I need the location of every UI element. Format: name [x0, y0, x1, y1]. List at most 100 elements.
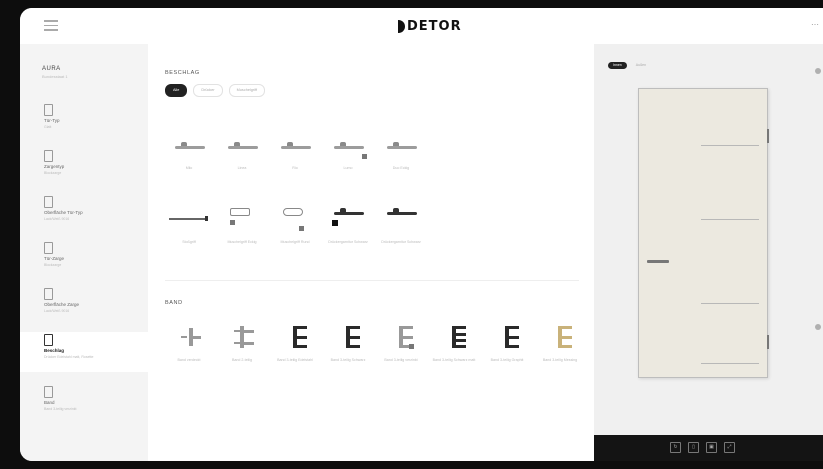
preview-toolbar: ↻ ▯ ▣ ⤢: [594, 435, 823, 461]
hinge-tile[interactable]: Band 3-teilig Edelstahl: [271, 320, 319, 374]
account-icon[interactable]: ⋯: [811, 20, 819, 29]
sidebar-item-value: Glatt: [44, 125, 52, 129]
hinge-icon: [222, 324, 262, 348]
sidebar-item-door-type[interactable]: Tür-Typ Glatt: [20, 102, 148, 142]
hardware-tile[interactable]: Stoßgriff: [165, 202, 213, 256]
view-toggle-inside[interactable]: Innen: [608, 62, 627, 69]
hinge-tile[interactable]: Band 3-teilig Graphit: [483, 320, 531, 374]
hinge-icon: [44, 386, 53, 398]
hinge-tile[interactable]: Band 3-teilig verzinkt: [377, 320, 425, 374]
hinge-marker: [767, 335, 769, 349]
door-groove: [701, 145, 759, 146]
sidebar-item-label: Oberfläche Zarge: [44, 302, 80, 307]
info-icon[interactable]: [815, 324, 821, 330]
fullscreen-icon[interactable]: ⤢: [724, 442, 735, 453]
frame-surface-icon: [44, 288, 53, 300]
surface-icon: [44, 196, 53, 208]
lever-handle-icon: [275, 132, 315, 156]
zoom-icon[interactable]: [815, 68, 821, 74]
lever-handle-icon: [169, 132, 209, 156]
hardware-tile[interactable]: Muschelgriff Eckig: [218, 202, 266, 256]
tile-caption: Drückergarnitur Schwarz: [328, 240, 368, 244]
sidebar-item-value: Band 3-teilig verzinkt: [44, 407, 77, 411]
hinge-icon: [434, 324, 474, 348]
hardware-tile[interactable]: Duo Eckig: [377, 128, 425, 182]
hinge-icon: [540, 324, 580, 348]
rotate-icon[interactable]: ↻: [670, 442, 681, 453]
tile-caption: Stoßgriff: [182, 240, 196, 244]
sidebar-item-value: Blockzarge: [44, 171, 62, 175]
hardware-tile[interactable]: Linea: [218, 128, 266, 182]
door-render: [638, 88, 769, 378]
hardware-tile[interactable]: Drückergarnitur Schwarz: [377, 202, 425, 256]
hinge-tile[interactable]: Band verdeckt: [165, 320, 213, 374]
door-icon[interactable]: ▯: [688, 442, 699, 453]
lever-handle-dark-icon: [381, 206, 421, 230]
door-groove: [701, 363, 759, 364]
hardware-tile[interactable]: Muschelgriff Rund: [271, 202, 319, 256]
product-subtitle: Bundesstaat 1: [42, 74, 68, 79]
sidebar-item-label: Tür-Zarge: [44, 256, 65, 261]
section-title-band: BAND: [165, 300, 183, 306]
sidebar-item-hardware[interactable]: Beschlag Drücker Edelstahl matt, Rosette: [20, 332, 148, 372]
door-groove: [701, 303, 759, 304]
door-handle: [647, 260, 669, 263]
section-divider: [165, 280, 579, 281]
sidebar-item-door-frame[interactable]: Tür-Zarge Blockzarge: [20, 240, 148, 280]
sidebar-item-frame-surface[interactable]: Oberfläche Zarge Lack/Weiß 9016: [20, 286, 148, 326]
tile-caption: Rio: [292, 166, 298, 170]
hardware-tile[interactable]: Lumo: [324, 128, 372, 182]
sidebar-item-label: Beschlag: [44, 348, 65, 353]
sidebar-item-hinge[interactable]: Band Band 3-teilig verzinkt: [20, 384, 148, 424]
filter-chip-lever[interactable]: Drücker: [193, 84, 223, 97]
door-preview: Innen Außen: [594, 44, 823, 435]
sidebar-item-frame-type[interactable]: Zargentyp Blockzarge: [20, 148, 148, 188]
logo-mark-icon: [398, 19, 405, 33]
tile-caption: Muschelgriff Eckig: [227, 240, 257, 244]
sidebar-item-door-surface[interactable]: Oberfläche Tür-Typ Lack/Weiß 9016: [20, 194, 148, 234]
filter-chip-all[interactable]: Alle: [165, 84, 188, 97]
brand-logo[interactable]: DETOR: [398, 17, 462, 35]
image-icon[interactable]: ▣: [706, 442, 717, 453]
filter-chip-flush-pull[interactable]: Muschelgriff: [228, 84, 266, 97]
door-icon: [44, 104, 53, 116]
lever-handle-icon: [381, 132, 421, 156]
flush-pull-icon: [222, 206, 262, 230]
tile-caption: Milo: [185, 166, 193, 170]
product-title: AURA: [42, 66, 61, 72]
hinge-tile[interactable]: Band 3-teilig Messing: [536, 320, 584, 374]
tile-caption: Band 3-teilig verzinkt: [384, 358, 418, 362]
handle-icon: [44, 334, 53, 346]
hardware-tile[interactable]: Milo: [165, 128, 213, 182]
menu-icon[interactable]: [44, 20, 58, 32]
hinge-icon: [275, 324, 315, 348]
hardware-tile[interactable]: Drückergarnitur Schwarz: [324, 202, 372, 256]
hinge-tile[interactable]: Band 3-teilig Schwarz: [324, 320, 372, 374]
step-sidebar: AURA Bundesstaat 1 Tür-Typ Glatt Zargent…: [20, 44, 149, 461]
sidebar-item-value: Drücker Edelstahl matt, Rosette: [44, 355, 94, 359]
tile-caption: Drückergarnitur Schwarz: [381, 240, 421, 244]
product-header: AURA Bundesstaat 1: [20, 44, 148, 79]
options-panel: BESCHLAG Alle Drücker Muschelgriff Milo …: [148, 44, 594, 461]
sidebar-item-label: Band: [44, 400, 55, 405]
lever-handle-icon: [222, 132, 262, 156]
tile-caption: Muschelgriff Rund: [280, 240, 310, 244]
detail-badge-icon: [362, 154, 367, 159]
lever-handle-dark-icon: [328, 206, 368, 230]
view-toggle-outside[interactable]: Außen: [631, 62, 651, 69]
pull-bar-icon: [169, 206, 209, 230]
hardware-tile[interactable]: Rio: [271, 128, 319, 182]
hinge-icon: [328, 324, 368, 348]
tile-caption: Linea: [237, 166, 247, 170]
hinge-tile[interactable]: Band 2-teilig: [218, 320, 266, 374]
tile-caption: Band 3-teilig Schwarz matt: [432, 358, 476, 362]
sidebar-item-label: Zargentyp: [44, 164, 65, 169]
tile-caption: Band verdeckt: [177, 358, 201, 362]
logo-text: DETOR: [407, 18, 462, 34]
hinge-tile[interactable]: Band 3-teilig Schwarz matt: [430, 320, 478, 374]
top-bar: DETOR ⋯: [20, 8, 823, 45]
tile-caption: Band 2-teilig: [232, 358, 252, 362]
tile-caption: Duo Eckig: [392, 166, 410, 170]
sidebar-item-label: Oberfläche Tür-Typ: [44, 210, 83, 215]
frame-icon: [44, 150, 53, 162]
